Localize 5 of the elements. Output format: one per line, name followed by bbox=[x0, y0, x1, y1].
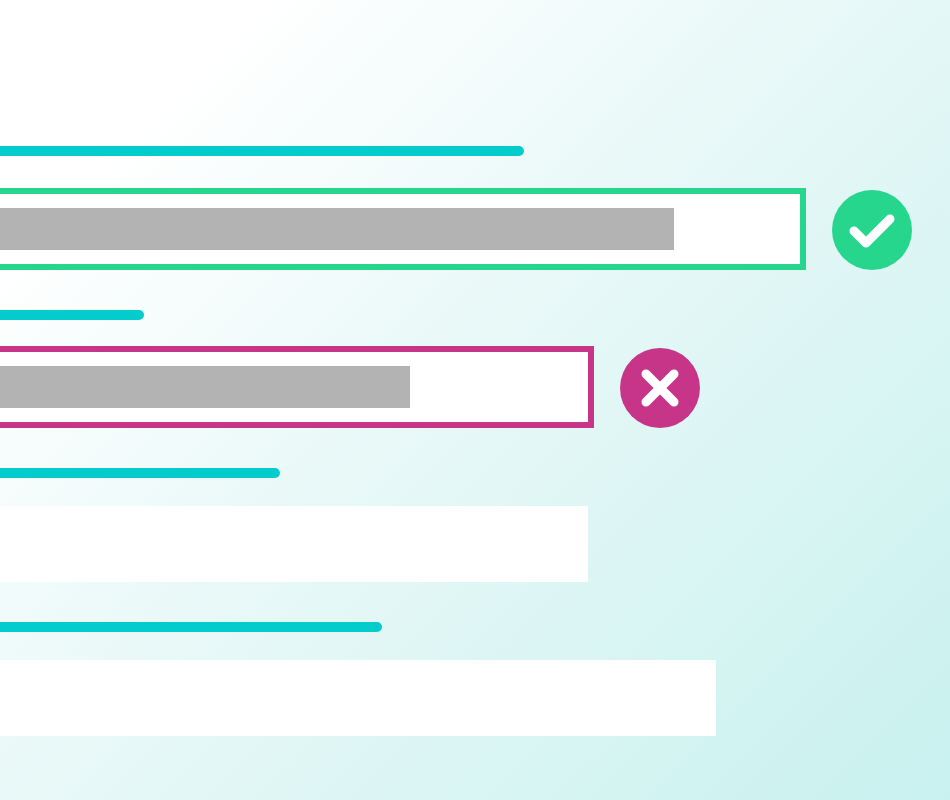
input-field[interactable] bbox=[0, 188, 806, 270]
input-field[interactable] bbox=[0, 506, 588, 582]
input-field[interactable] bbox=[0, 660, 716, 736]
input-field[interactable] bbox=[0, 346, 594, 428]
label-placeholder bbox=[0, 310, 144, 320]
